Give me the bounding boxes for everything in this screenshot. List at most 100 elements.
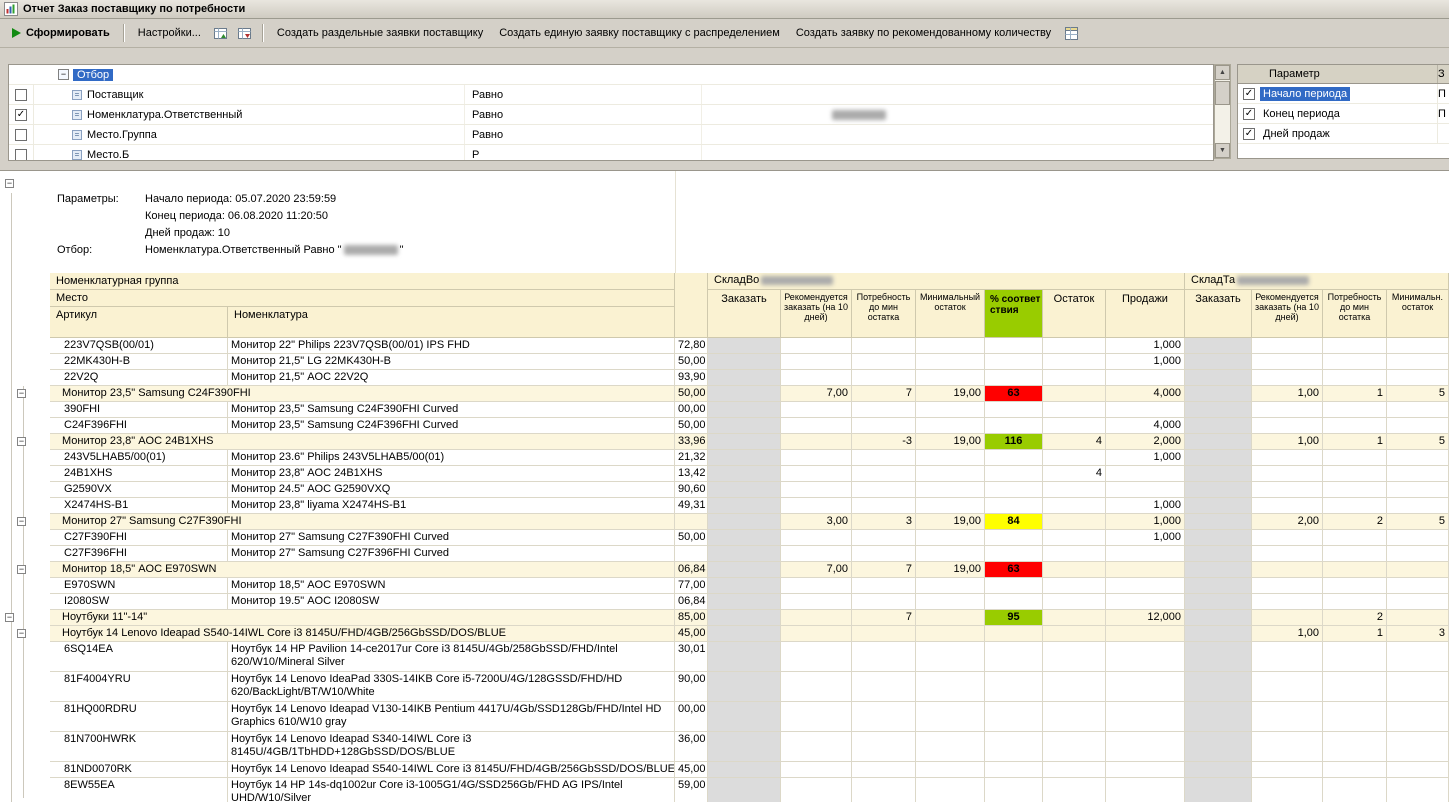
article-cell[interactable]: C24F396FHI: [50, 418, 228, 434]
need-cell-w2[interactable]: [1323, 402, 1387, 418]
nomenclature-cell[interactable]: Монитор 23,8" liyama X2474HS-B1: [228, 498, 675, 514]
pct-cell-w1[interactable]: [985, 354, 1043, 370]
min-cell-w1[interactable]: [916, 642, 985, 672]
order-cell-w2[interactable]: [1185, 672, 1252, 702]
rec-cell-w1[interactable]: [781, 626, 852, 642]
order-cell-w2[interactable]: [1185, 702, 1252, 732]
stock-cell-w1[interactable]: [1043, 562, 1106, 578]
need-cell-w1[interactable]: 7: [852, 610, 916, 626]
table-row[interactable]: 81ND0070RKНоутбук 14 Lenovo Ideapad S540…: [50, 762, 1449, 778]
article-cell[interactable]: C27F396FHI: [50, 546, 228, 562]
sales-cell-w1[interactable]: [1106, 778, 1185, 802]
order-cell-w2[interactable]: [1185, 450, 1252, 466]
table-row[interactable]: 81F4004YRUНоутбук 14 Lenovo IdeaPad 330S…: [50, 672, 1449, 702]
min-cell-w1[interactable]: [916, 672, 985, 702]
group-row[interactable]: −Монитор 23,5" Samsung C24F390FHI50,007,…: [50, 386, 1449, 402]
stock-cell-w1[interactable]: [1043, 672, 1106, 702]
sales-cell-w1[interactable]: [1106, 546, 1185, 562]
need-cell-w2[interactable]: [1323, 594, 1387, 610]
rec-cell-w1[interactable]: [781, 642, 852, 672]
min-cell-w1[interactable]: [916, 610, 985, 626]
table-row[interactable]: E970SWNМонитор 18,5" AOC E970SWN77,00: [50, 578, 1449, 594]
stock-cell-w1[interactable]: [1043, 642, 1106, 672]
need-cell-w2[interactable]: [1323, 338, 1387, 354]
min-cell-w1[interactable]: [916, 578, 985, 594]
min-cell-w2[interactable]: [1387, 778, 1449, 802]
table-row[interactable]: C27F396FHIМонитор 27" Samsung C27F396FHI…: [50, 546, 1449, 562]
table-row[interactable]: I2080SWМонитор 19.5" AOC I2080SW06,84: [50, 594, 1449, 610]
min-cell-w1[interactable]: [916, 530, 985, 546]
pct-cell-w1[interactable]: [985, 702, 1043, 732]
group-row[interactable]: −Ноутбуки 11"-14"85,0079512,0002: [50, 610, 1449, 626]
rec-cell-w2[interactable]: [1252, 370, 1323, 386]
need-cell-w1[interactable]: [852, 498, 916, 514]
warehouse-header[interactable]: СкладТа: [1185, 273, 1449, 290]
order-cell-w2[interactable]: [1185, 594, 1252, 610]
order-cell-w2[interactable]: [1185, 546, 1252, 562]
need-cell-w2[interactable]: [1323, 498, 1387, 514]
sales-cell-w1[interactable]: 12,000: [1106, 610, 1185, 626]
min-cell-w2[interactable]: [1387, 482, 1449, 498]
create-single-order-button[interactable]: Создать единую заявку поставщику с распр…: [492, 23, 787, 43]
need-cell-w1[interactable]: 7: [852, 562, 916, 578]
order-cell-w2[interactable]: [1185, 370, 1252, 386]
order-cell-w1[interactable]: [708, 642, 781, 672]
min-cell-w2[interactable]: [1387, 762, 1449, 778]
rec-cell-w2[interactable]: [1252, 450, 1323, 466]
article-cell[interactable]: 81ND0070RK: [50, 762, 228, 778]
sales-cell-w1[interactable]: [1106, 562, 1185, 578]
price-cell[interactable]: 90,60: [675, 482, 708, 498]
pct-cell-w1[interactable]: [985, 402, 1043, 418]
min-cell-w2[interactable]: [1387, 578, 1449, 594]
order-cell-w1[interactable]: [708, 498, 781, 514]
stock-cell-w1[interactable]: [1043, 546, 1106, 562]
group-name-cell[interactable]: Монитор 23,5" Samsung C24F390FHI: [50, 386, 675, 402]
group-row[interactable]: −Монитор 23,8" AOC 24B1XHS33,96-319,0011…: [50, 434, 1449, 450]
stock-cell-w1[interactable]: [1043, 610, 1106, 626]
rec-cell-w2[interactable]: [1252, 610, 1323, 626]
order-cell-w2[interactable]: [1185, 610, 1252, 626]
rec-cell-w2[interactable]: [1252, 418, 1323, 434]
rec-cell-w1[interactable]: [781, 370, 852, 386]
checkbox-cell[interactable]: ✓: [1238, 128, 1260, 140]
nomenclature-cell[interactable]: Монитор 23,5" Samsung C24F396FHI Curved: [228, 418, 675, 434]
need-cell-w2[interactable]: [1323, 354, 1387, 370]
min-cell-w2[interactable]: [1387, 530, 1449, 546]
min-cell-w2[interactable]: [1387, 702, 1449, 732]
header-nomenclature-group[interactable]: Номенклатурная группа: [50, 273, 675, 290]
rec-cell-w2[interactable]: 1,00: [1252, 386, 1323, 402]
order-cell-w2[interactable]: [1185, 466, 1252, 482]
table-row[interactable]: 81N700HWRKНоутбук 14 Lenovo Ideapad S340…: [50, 732, 1449, 762]
price-cell[interactable]: 50,00: [675, 530, 708, 546]
article-cell[interactable]: 6SQ14EA: [50, 642, 228, 672]
order-cell-w2[interactable]: [1185, 386, 1252, 402]
min-cell-w1[interactable]: [916, 778, 985, 802]
rec-cell-w2[interactable]: 2,00: [1252, 514, 1323, 530]
stock-cell-w1[interactable]: [1043, 732, 1106, 762]
table-row[interactable]: 243V5LHAB5/00(01)Монитор 23.6" Philips 2…: [50, 450, 1449, 466]
rec-cell-w1[interactable]: [781, 482, 852, 498]
min-cell-w2[interactable]: [1387, 418, 1449, 434]
nomenclature-cell[interactable]: Монитор 21,5" LG 22MK430H-B: [228, 354, 675, 370]
order-cell-w1[interactable]: [708, 482, 781, 498]
rec-cell-w2[interactable]: [1252, 672, 1323, 702]
order-cell-w1[interactable]: [708, 610, 781, 626]
rec-cell-w2[interactable]: [1252, 498, 1323, 514]
price-cell[interactable]: 77,00: [675, 578, 708, 594]
filter-row[interactable]: =ПоставщикРавно: [9, 85, 1213, 105]
min-cell-w2[interactable]: [1387, 402, 1449, 418]
rec-cell-w1[interactable]: [781, 672, 852, 702]
scroll-up-icon[interactable]: ▲: [1215, 65, 1230, 80]
subcolumn-header[interactable]: Минимальный остаток: [916, 290, 985, 338]
comparison-cell[interactable]: Равно: [465, 105, 702, 124]
create-recommended-order-button[interactable]: Создать заявку по рекомендованному колич…: [789, 23, 1058, 43]
rec-cell-w2[interactable]: [1252, 732, 1323, 762]
need-cell-w2[interactable]: [1323, 482, 1387, 498]
pct-cell-w1[interactable]: 63: [985, 562, 1043, 578]
stock-cell-w1[interactable]: [1043, 594, 1106, 610]
stock-cell-w1[interactable]: [1043, 402, 1106, 418]
rec-cell-w2[interactable]: [1252, 778, 1323, 802]
order-cell-w2[interactable]: [1185, 514, 1252, 530]
nomenclature-cell[interactable]: Ноутбук 14 Lenovo Ideapad V130-14IKB Pen…: [228, 702, 675, 732]
parameter-label-cell[interactable]: Конец периода: [1260, 107, 1437, 121]
